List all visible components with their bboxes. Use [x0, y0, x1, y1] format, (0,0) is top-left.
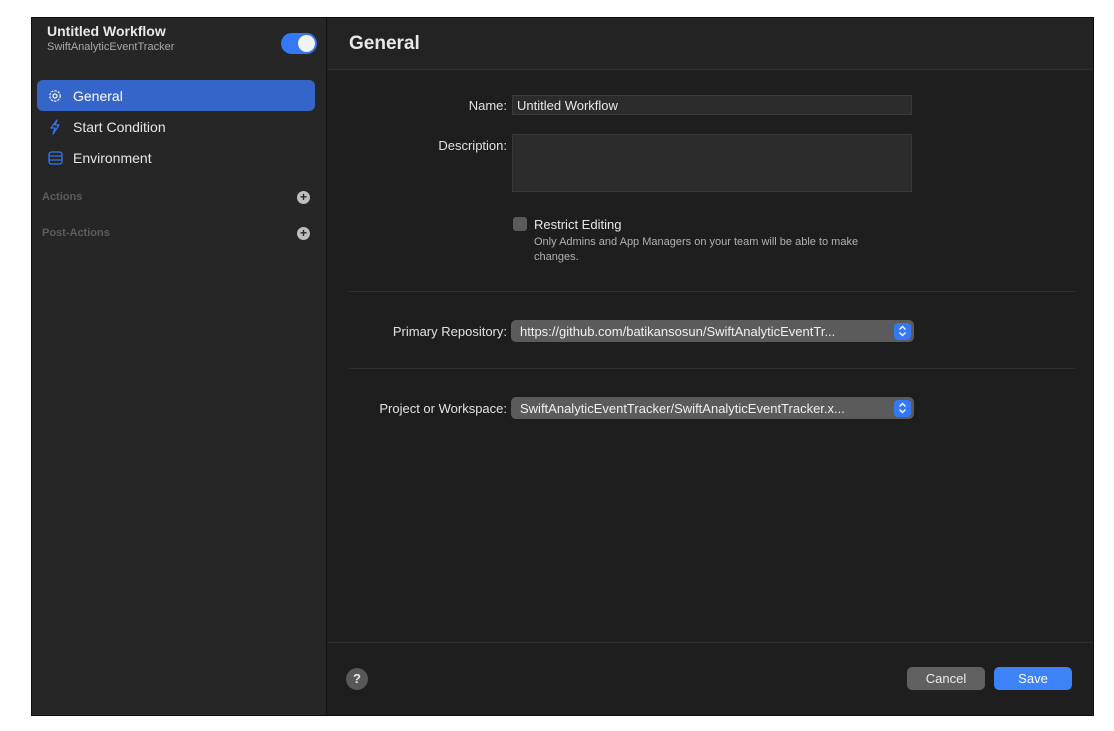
section-label: Post-Actions — [42, 227, 110, 239]
project-workspace-popup[interactable]: SwiftAnalyticEventTracker/SwiftAnalyticE… — [511, 397, 914, 419]
restrict-editing-help: Only Admins and App Managers on your tea… — [534, 236, 859, 263]
bolt-icon — [47, 118, 63, 135]
main-panel: General Name: Description: Restrict Edit… — [327, 18, 1093, 715]
primary-repository-popup[interactable]: https://github.com/batikansosun/SwiftAna… — [511, 320, 914, 342]
sidebar: Untitled Workflow SwiftAnalyticEventTrac… — [32, 18, 327, 715]
chevron-up-down-icon — [894, 399, 911, 417]
gear-icon — [47, 88, 63, 104]
plus-icon: + — [299, 189, 307, 204]
workflow-subtitle: SwiftAnalyticEventTracker — [47, 41, 175, 53]
description-label: Description: — [438, 138, 507, 153]
toggle-knob — [298, 35, 315, 52]
sidebar-item-label: General — [73, 87, 123, 104]
stack-icon — [47, 150, 63, 166]
divider — [349, 368, 1075, 369]
cancel-button[interactable]: Cancel — [907, 667, 985, 690]
name-field[interactable] — [512, 95, 912, 115]
divider — [349, 291, 1075, 292]
sidebar-item-label: Environment — [73, 149, 152, 166]
sidebar-section-actions: Actions + — [42, 188, 310, 206]
add-action-button[interactable]: + — [297, 189, 310, 204]
description-field[interactable] — [512, 134, 912, 192]
section-label: Actions — [42, 191, 83, 203]
workflow-header: Untitled Workflow SwiftAnalyticEventTrac… — [47, 23, 317, 63]
workflow-editor-window: Untitled Workflow SwiftAnalyticEventTrac… — [32, 18, 1093, 715]
sidebar-item-environment[interactable]: Environment — [37, 142, 315, 173]
workflow-enabled-toggle[interactable] — [281, 33, 317, 54]
main-header: General — [327, 18, 1093, 70]
sidebar-section-post-actions: Post-Actions + — [42, 224, 310, 242]
sidebar-item-start-condition[interactable]: Start Condition — [37, 111, 315, 142]
page-title: General — [349, 32, 420, 54]
name-label: Name: — [468, 98, 507, 113]
primary-repository-label: Primary Repository: — [392, 324, 507, 339]
popup-value: SwiftAnalyticEventTracker/SwiftAnalyticE… — [520, 400, 845, 416]
save-button[interactable]: Save — [994, 667, 1072, 690]
project-workspace-label: Project or Workspace: — [379, 401, 507, 416]
restrict-editing-label: Restrict Editing — [534, 217, 622, 232]
question-mark-icon: ? — [353, 671, 361, 686]
add-post-action-button[interactable]: + — [297, 225, 310, 240]
sidebar-nav: General Start Condition Environment — [37, 80, 315, 173]
chevron-up-down-icon — [894, 322, 911, 340]
plus-icon: + — [299, 225, 307, 240]
workflow-title: Untitled Workflow — [47, 23, 166, 39]
popup-value: https://github.com/batikansosun/SwiftAna… — [520, 323, 836, 339]
restrict-editing-checkbox[interactable] — [513, 217, 527, 231]
footer: ? Cancel Save — [327, 642, 1093, 715]
sidebar-item-general[interactable]: General — [37, 80, 315, 111]
sidebar-item-label: Start Condition — [73, 118, 166, 135]
help-button[interactable]: ? — [346, 668, 368, 690]
